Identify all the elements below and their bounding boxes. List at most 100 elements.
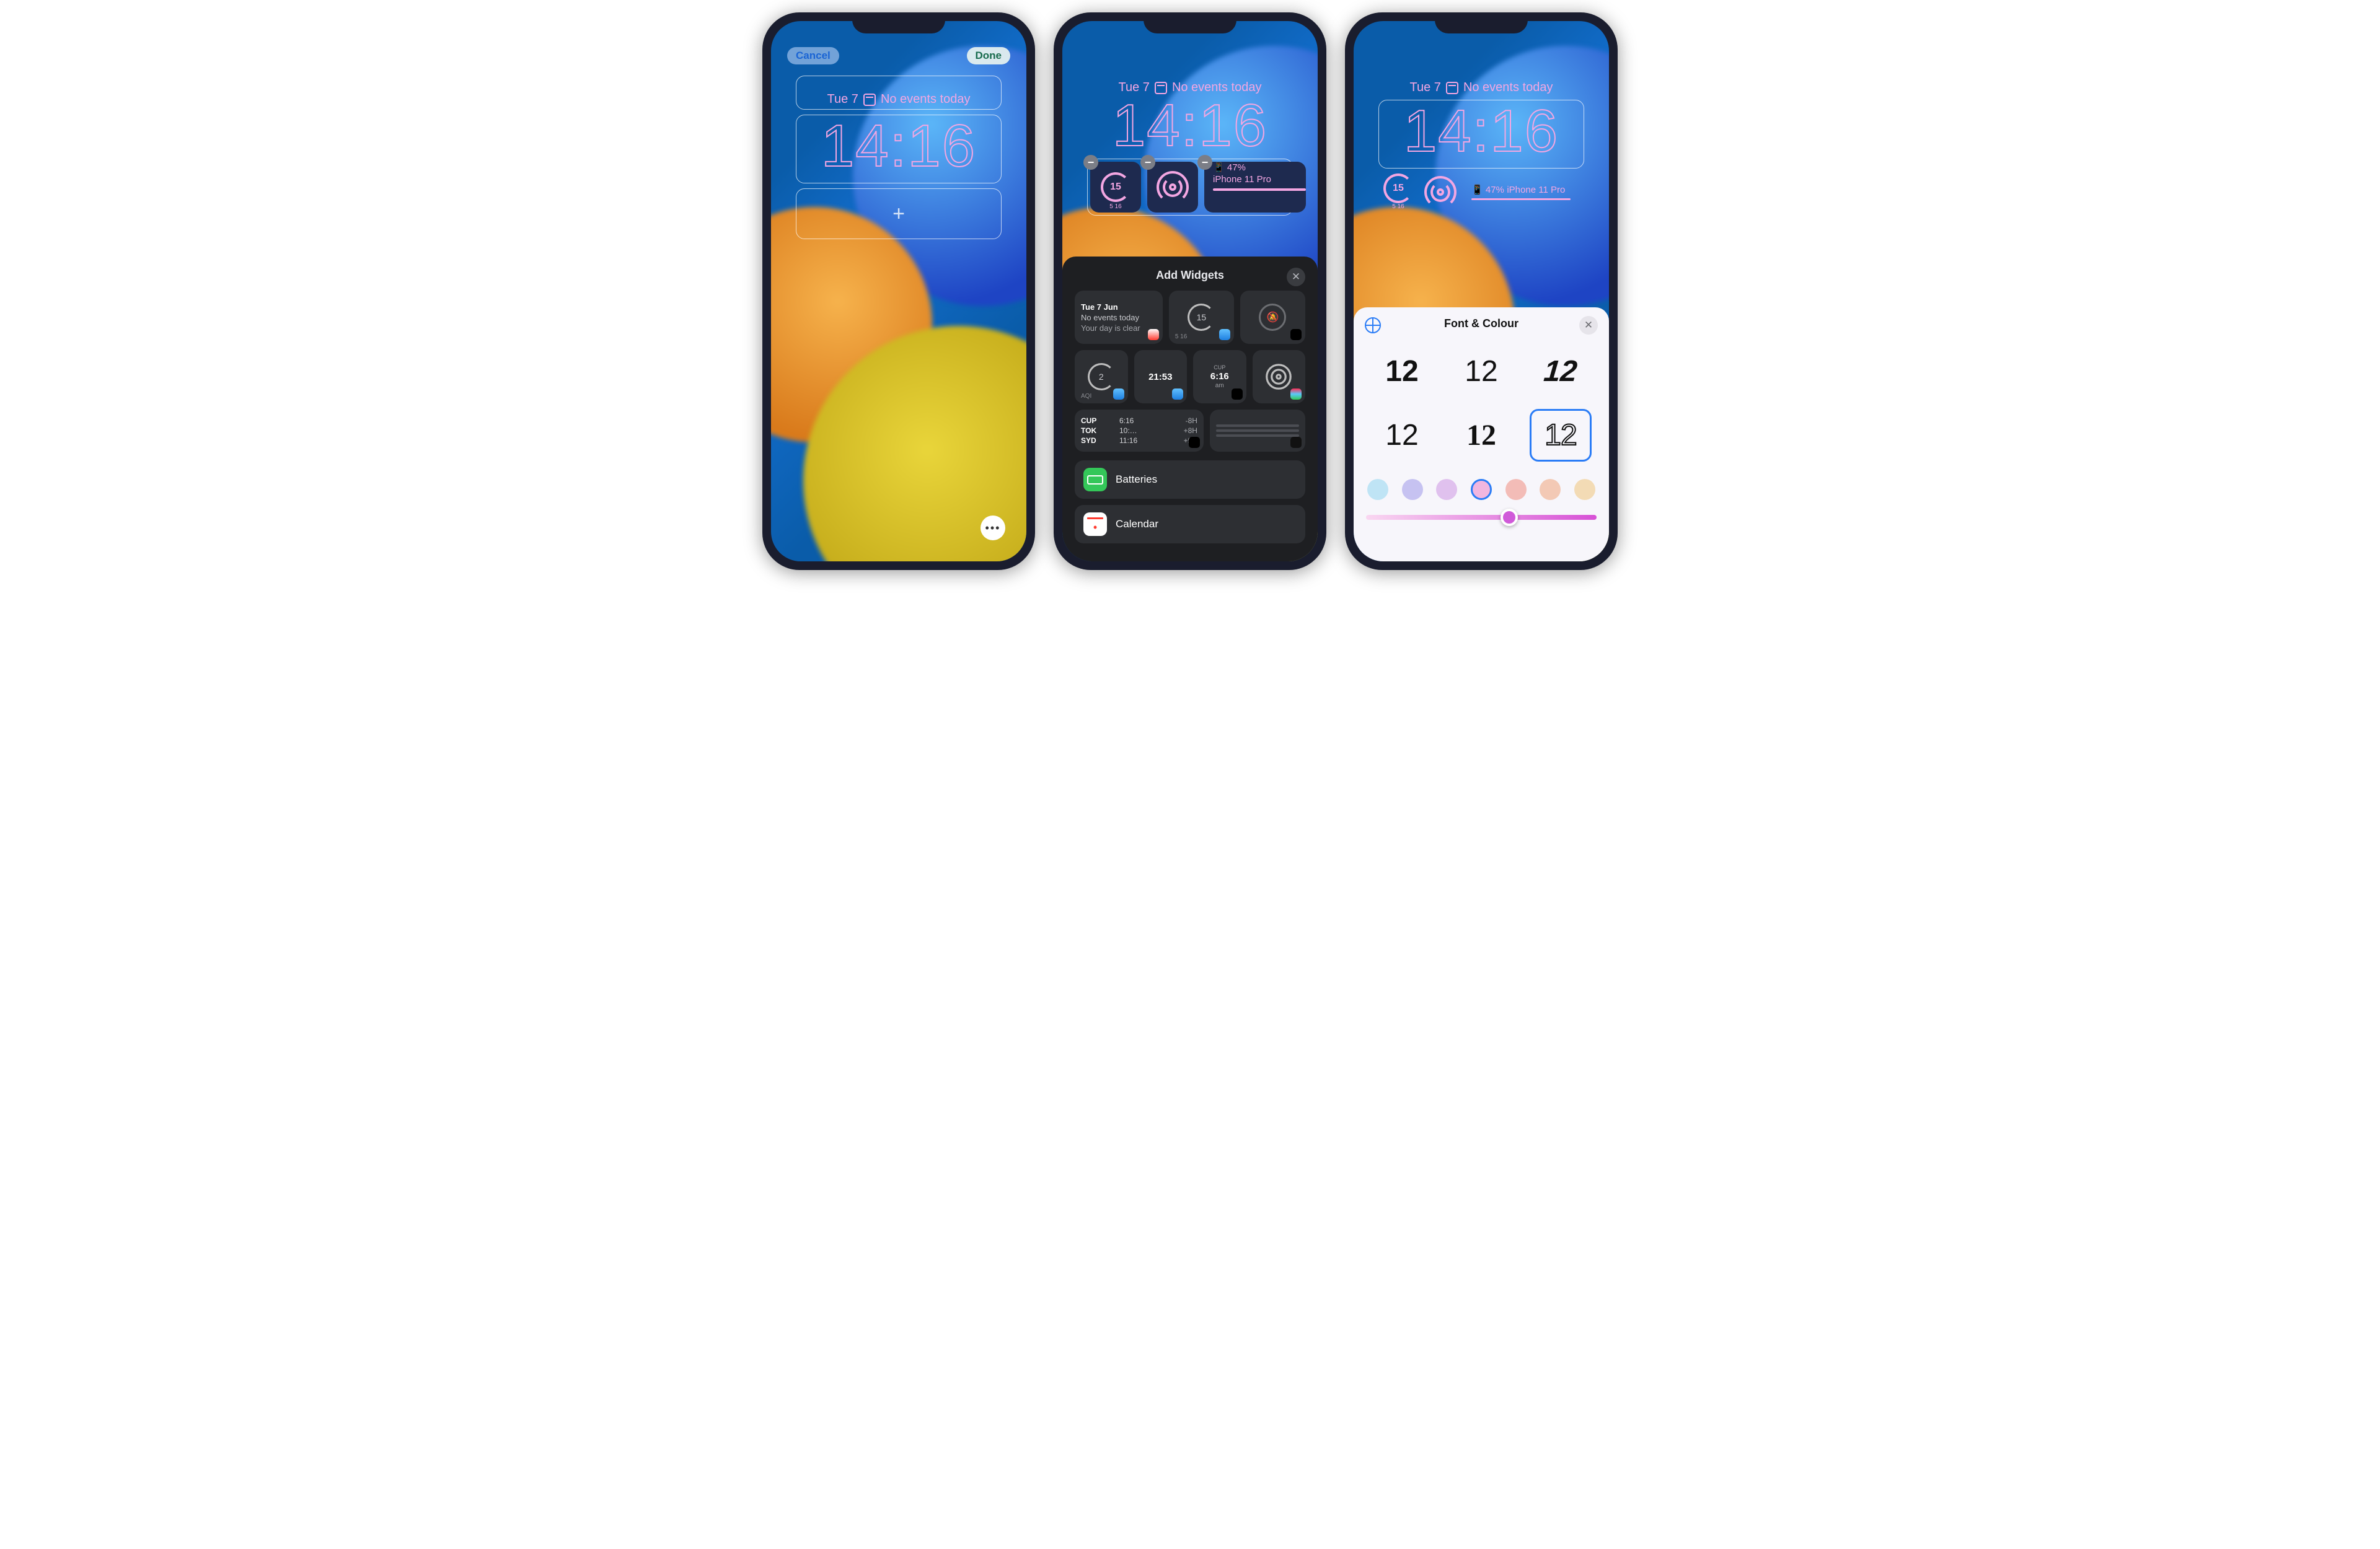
notch [1435,12,1528,33]
activity-rings-icon [1157,171,1189,203]
suggest-cal-line1: No events today [1081,313,1139,322]
sheet-title: Add Widgets [1156,269,1224,282]
slider-thumb[interactable] [1501,509,1518,526]
close-sheet-button[interactable]: ✕ [1287,268,1305,286]
calendar-icon [1083,512,1107,536]
clock-slot[interactable]: 14:16 [796,115,1002,183]
app-label: Batteries [1116,473,1157,486]
iphone-frame-1: Cancel Done Tue 7 No events today 14:16 … [762,12,1035,570]
clock-slot[interactable]: 14:16 [1378,100,1584,169]
suggest-calendar[interactable]: Tue 7 Jun No events today Your day is cl… [1075,291,1163,344]
close-sheet-button[interactable]: ✕ [1579,316,1598,335]
clock-app-icon [1189,437,1200,448]
widget-weather[interactable]: 15 5 16 [1383,173,1413,210]
calendar-app-icon [1148,329,1159,340]
battery-device: iPhone 11 Pro [1213,174,1271,185]
events-label: No events today [881,92,971,107]
suggest-aqi[interactable]: 2 AQI [1075,350,1128,403]
font-colour-sheet: Font & Colour ✕ 12 12 12 12 12 12 [1354,307,1609,561]
cancel-button[interactable]: Cancel [787,47,839,64]
colour-swatches [1365,474,1598,511]
weather-app-icon [1113,388,1124,400]
weather-temp: 15 [1110,182,1121,193]
colour-swatch[interactable] [1402,479,1423,500]
suggest-silent[interactable]: 🔕 [1240,291,1305,344]
lockscreen-editor-1: Cancel Done Tue 7 No events today 14:16 … [771,21,1026,561]
widget-suggestions-row3: CUP6:16-8H TOK10:…+8H SYD11:16+9H [1075,410,1305,452]
widget-weather[interactable]: − 15 5 16 [1090,162,1141,213]
battery-percent: 📱 47% [1213,162,1246,173]
screen-3: Tue 7 No events today 14:16 15 5 16 📱 47… [1354,21,1609,561]
remove-widget-button[interactable]: − [1140,155,1155,170]
weather-app-icon [1219,329,1230,340]
colour-swatch[interactable] [1471,479,1492,500]
notch [852,12,945,33]
notch [1144,12,1236,33]
colour-swatch[interactable] [1436,479,1457,500]
iphone-frame-2: Tue 7 No events today 14:16 − 15 5 16 − [1054,12,1326,570]
widget-tray: 15 5 16 📱 47% iPhone 11 Pro [1383,173,1579,210]
widget-suggestions-row1: Tue 7 Jun No events today Your day is cl… [1075,291,1305,344]
font-option-4[interactable]: 12 [1371,409,1433,462]
font-options: 12 12 12 12 12 12 [1365,339,1598,474]
app-row-calendar[interactable]: Calendar [1075,505,1305,543]
more-options-button[interactable]: ••• [981,516,1005,540]
widget-fitness[interactable]: − [1147,162,1198,213]
widget-add-slot[interactable]: + [796,188,1002,239]
fitness-app-icon [1290,388,1302,400]
suggest-weather[interactable]: 15 5 16 [1169,291,1234,344]
font-option-3[interactable]: 12 [1530,345,1592,398]
battery-bar [1213,188,1306,191]
colour-swatch[interactable] [1540,479,1561,500]
screen-2: Tue 7 No events today 14:16 − 15 5 16 − [1062,21,1318,561]
battery-bar [1471,198,1571,200]
globe-icon[interactable] [1365,317,1381,333]
date-label: Tue 7 [827,92,858,107]
suggest-stocks[interactable] [1210,410,1305,452]
widget-battery[interactable]: 📱 47% iPhone 11 Pro [1468,184,1579,200]
clock-app-icon [1290,329,1302,340]
done-button[interactable]: Done [967,47,1011,64]
iphone-frame-3: Tue 7 No events today 14:16 15 5 16 📱 47… [1345,12,1618,570]
app-label: Calendar [1116,518,1158,530]
aqi-label: AQI [1081,393,1091,400]
app-row-batteries[interactable]: Batteries [1075,460,1305,499]
colour-swatch[interactable] [1505,479,1527,500]
plus-icon: + [892,202,905,226]
add-widgets-sheet: Add Widgets ✕ Tue 7 Jun No events today … [1062,257,1318,561]
weather-app-icon [1172,388,1183,400]
events-label: No events today [1463,81,1553,95]
screen-1: Cancel Done Tue 7 No events today 14:16 … [771,21,1026,561]
saturation-slider[interactable] [1366,515,1597,520]
city-table: CUP6:16-8H TOK10:…+8H SYD11:16+9H [1081,416,1197,445]
stocks-app-icon [1290,437,1302,448]
remove-widget-button[interactable]: − [1197,155,1212,170]
font-option-1[interactable]: 12 [1371,345,1433,398]
remove-widget-button[interactable]: − [1083,155,1098,170]
suggest-city-list[interactable]: CUP6:16-8H TOK10:…+8H SYD11:16+9H [1075,410,1204,452]
font-option-6[interactable]: 12 [1530,409,1592,462]
suggest-cal-line2: Your day is clear [1081,323,1140,333]
colour-swatch[interactable] [1367,479,1388,500]
calendar-icon [1446,82,1458,94]
font-option-5[interactable]: 12 [1450,409,1512,462]
activity-rings-icon [1424,176,1457,208]
suggest-worldclock[interactable]: 21:53 [1134,350,1188,403]
calendar-icon [863,94,876,106]
date-label: Tue 7 [1410,81,1441,95]
date-widget-slot[interactable]: Tue 7 No events today [796,76,1002,110]
suggest-city-time[interactable]: CUP 6:16 am [1193,350,1246,403]
suggest-fitness[interactable] [1253,350,1306,403]
colour-swatch[interactable] [1574,479,1595,500]
batteries-icon [1083,468,1107,491]
clock-time: 14:16 [1379,103,1584,159]
font-option-2[interactable]: 12 [1450,345,1512,398]
widget-fitness[interactable] [1424,176,1457,208]
clock-time: 14:16 [1078,97,1302,154]
suggest-cal-date: Tue 7 Jun [1081,302,1118,312]
widget-suggestions-row2: 2 AQI 21:53 CUP 6:16 am [1075,350,1305,403]
sheet-title: Font & Colour [1444,317,1518,330]
calendar-icon [1155,82,1167,94]
suggest-weather-range: 5 16 [1175,333,1187,340]
widget-battery[interactable]: − 📱 47% iPhone 11 Pro [1204,162,1306,213]
